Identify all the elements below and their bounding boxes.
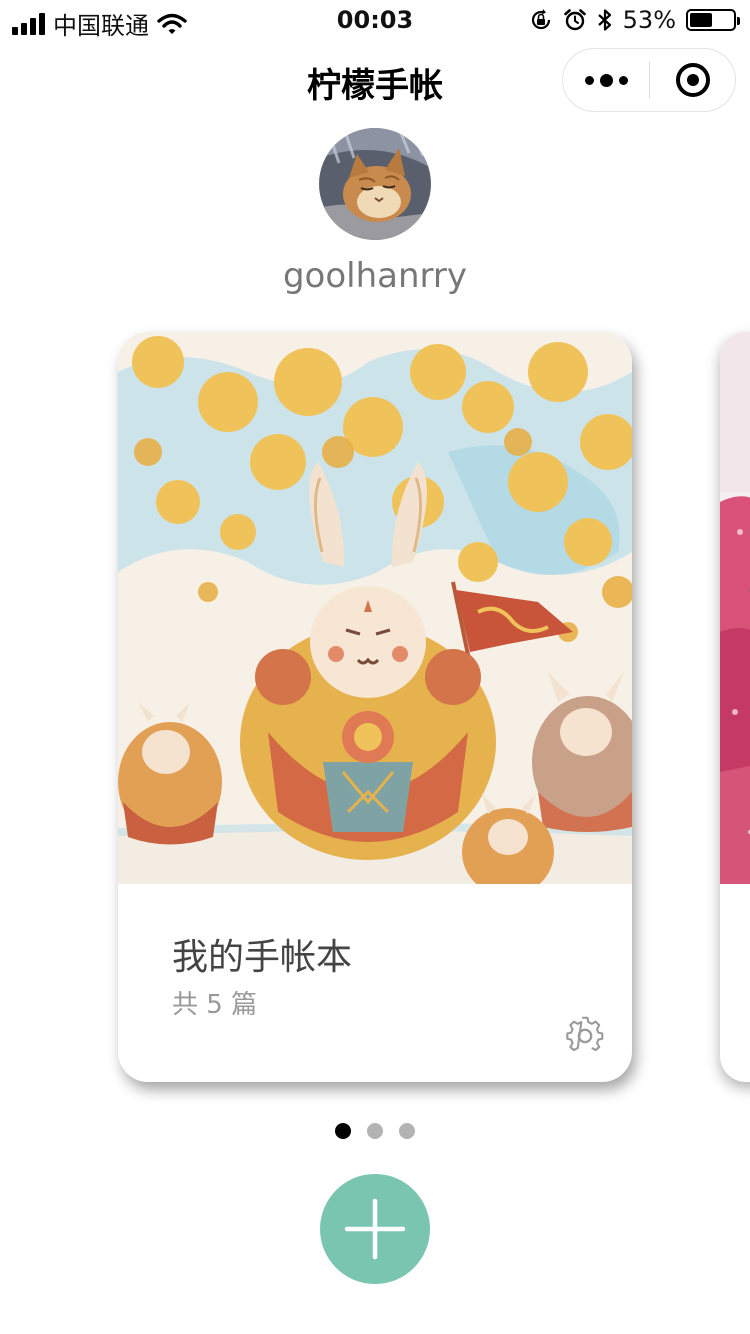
- plus-icon: [344, 1198, 406, 1260]
- notebook-title: 我的手帐本: [172, 937, 353, 978]
- notebook-entry-count: 共 5 篇: [172, 990, 258, 1020]
- pagination-dot[interactable]: [367, 1123, 383, 1139]
- cat-avatar: [319, 128, 431, 240]
- notebook-cover-image: [118, 332, 632, 884]
- status-bar: 中国联通 00:03 53%: [0, 0, 750, 40]
- battery-level: [690, 13, 713, 27]
- battery-percent: 53%: [622, 6, 676, 34]
- pagination-dot[interactable]: [335, 1123, 351, 1139]
- next-notebook-card[interactable]: [720, 332, 750, 1082]
- username: goolhanrry: [282, 256, 468, 296]
- next-notebook-cover-image: [720, 332, 750, 884]
- avatar[interactable]: [319, 128, 431, 240]
- battery-icon: [686, 9, 740, 31]
- pagination-dot[interactable]: [399, 1123, 415, 1139]
- mini-program-capsule: [562, 48, 736, 112]
- notebook-card[interactable]: 我的手帐本 共 5 篇: [118, 332, 632, 1082]
- pagination-dots: [0, 1123, 750, 1139]
- gear-icon[interactable]: [566, 1016, 604, 1054]
- screen: 中国联通 00:03 53% 柠檬手帐 goolhanrry 我的手帐本 共 5…: [0, 0, 750, 1334]
- status-right: 53%: [529, 6, 740, 34]
- alarm-icon: [563, 9, 586, 31]
- add-notebook-button[interactable]: [320, 1174, 430, 1284]
- close-mini-program-button[interactable]: [650, 49, 735, 111]
- target-circle-icon: [675, 63, 710, 97]
- bluetooth-icon: [597, 9, 611, 31]
- orientation-lock-icon: [531, 9, 550, 30]
- more-dots-icon[interactable]: [563, 49, 649, 111]
